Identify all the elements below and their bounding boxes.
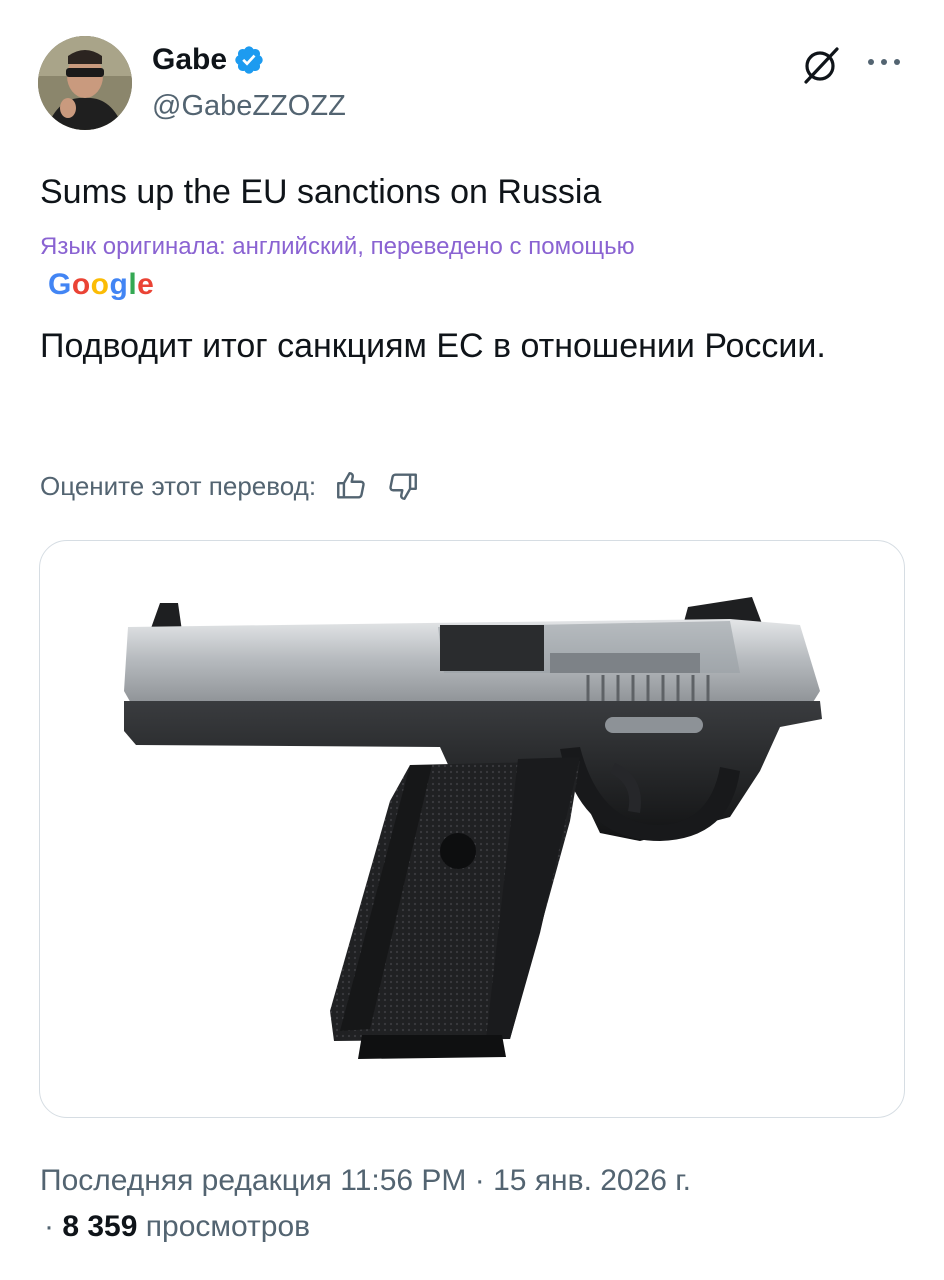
tweet-time[interactable]: 11:56 PM	[340, 1164, 466, 1197]
avatar-image	[38, 36, 132, 130]
display-name[interactable]: Gabe	[152, 40, 227, 80]
meta-separator: ·	[474, 1164, 485, 1197]
author-name-row: Gabe	[152, 40, 265, 80]
thumbs-up-icon[interactable]	[334, 469, 368, 503]
grok-icon[interactable]	[800, 44, 842, 86]
avatar[interactable]	[38, 36, 132, 130]
verified-badge-icon	[235, 46, 263, 74]
rate-translation-row: Оцените этот перевод:	[40, 464, 420, 508]
author-handle[interactable]: @GabeZZOZZ	[152, 86, 346, 126]
translated-text: Подводит итог санкциям ЕС в отношении Ро…	[40, 327, 826, 365]
thumbs-down-icon[interactable]	[386, 469, 420, 503]
edited-label[interactable]: Последняя редакция	[40, 1164, 332, 1197]
more-icon[interactable]	[862, 50, 906, 74]
tweet-meta: Последняя редакция 11:56 PM · 15 янв. 20…	[40, 1158, 691, 1204]
meta-separator: ·	[44, 1210, 54, 1243]
rate-translation-label: Оцените этот перевод:	[40, 471, 317, 501]
tweet-text: Sums up the EU sanctions on Russia	[40, 173, 602, 211]
google-logo: Google	[48, 268, 155, 301]
translation-note: Язык оригинала: английский, переведено с…	[40, 233, 635, 260]
views-row: · 8 359 просмотров	[44, 1204, 310, 1250]
tweet-date[interactable]: 15 янв. 2026 г.	[493, 1164, 691, 1197]
media-card[interactable]	[39, 540, 905, 1118]
pistol-image	[124, 597, 822, 1059]
views-label[interactable]: просмотров	[146, 1210, 310, 1243]
views-count[interactable]: 8 359	[62, 1210, 137, 1243]
